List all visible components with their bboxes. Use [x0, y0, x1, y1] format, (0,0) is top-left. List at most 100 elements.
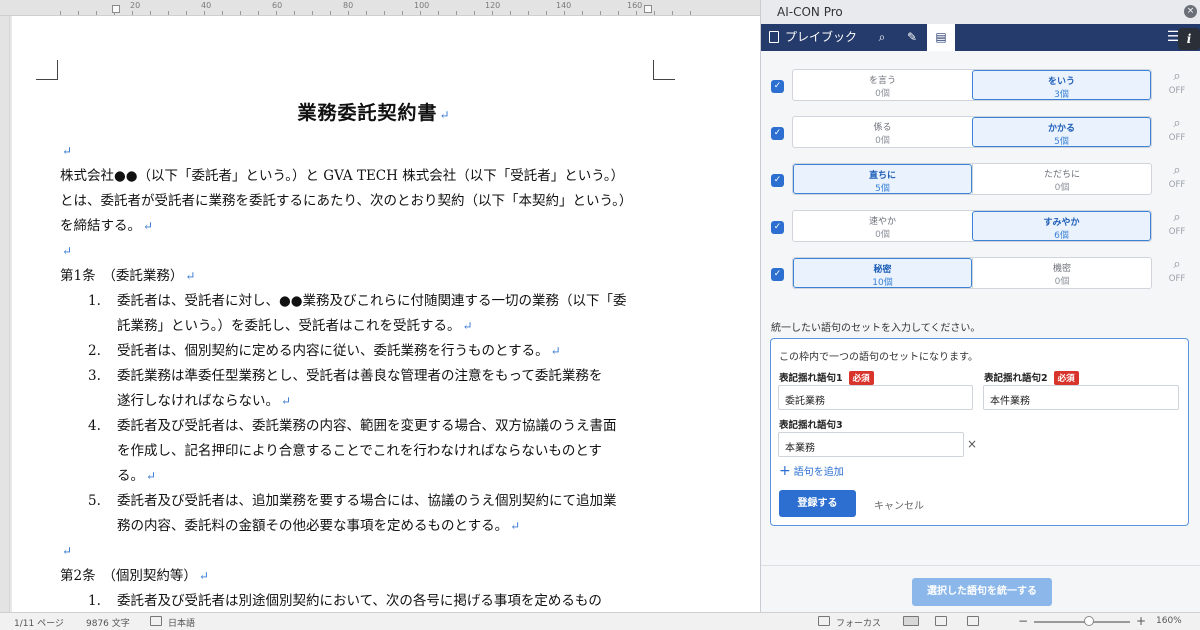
term-checkbox[interactable]: ✓ — [771, 174, 784, 187]
ruler-tick — [312, 11, 313, 15]
ruler-label: 120 — [485, 1, 501, 10]
term-checkbox[interactable]: ✓ — [771, 268, 784, 281]
zoom-in-icon[interactable]: + — [1136, 614, 1146, 628]
term-option-right[interactable]: かかる 5個 — [972, 117, 1151, 147]
remove-term-icon[interactable]: × — [967, 437, 977, 451]
term-word: 機密 — [1052, 264, 1071, 274]
list-item-line: 委託者及び受託者は、委託業務の内容、範囲を変更する場合、双方協議のうえ書面 — [117, 418, 617, 434]
document-area: 20 40 60 80 100 120 140 160 業務委託契約書 ↵ ↵ 株式会社●●（以下… — [0, 0, 760, 612]
term-word: ただちに — [1043, 170, 1080, 180]
zoom-out-icon[interactable]: − — [1018, 614, 1028, 628]
search-icon[interactable]: ⌕ — [1165, 69, 1189, 84]
ruler-tick — [204, 11, 205, 15]
search-toggle-state[interactable]: OFF — [1163, 86, 1191, 96]
empty-paragraph: ↵ — [60, 139, 72, 164]
variant-term-input-2[interactable]: 本件業務 — [983, 385, 1179, 410]
ruler-tick — [168, 11, 169, 15]
search-toggle-state[interactable]: OFF — [1163, 274, 1191, 284]
term-word: 係る — [873, 123, 892, 133]
term-option-left[interactable]: 係る 0個 — [793, 117, 972, 147]
list-item-number: 1. — [88, 593, 101, 609]
term-checkbox[interactable]: ✓ — [771, 80, 784, 93]
outline-view-icon[interactable] — [935, 616, 947, 626]
term-option-right[interactable]: ただちに 0個 — [972, 164, 1151, 194]
empty-paragraph: ↵ — [60, 239, 72, 264]
term-option-right[interactable]: 機密 0個 — [972, 258, 1151, 288]
ruler-label: 100 — [414, 1, 430, 10]
search-icon[interactable]: ⌕ — [1165, 163, 1189, 178]
list-item-line: 委託業務は準委任型業務とし、受託者は善良な管理者の注意をもって委託業務を — [117, 368, 603, 384]
list-item-number: 4. — [88, 418, 101, 434]
ruler-tick — [618, 11, 619, 15]
cancel-button[interactable]: キャンセル — [874, 497, 924, 512]
language-label[interactable]: 日本語 — [168, 616, 195, 629]
term-count: 0個 — [875, 136, 890, 146]
ruler-tick — [294, 11, 295, 15]
ruler-label: 160 — [627, 1, 643, 10]
term-option-left[interactable]: を言う 0個 — [793, 70, 972, 100]
list-item-number: 3. — [88, 368, 101, 384]
list-item-line: 委託者及び受託者は、追加業務を要する場合には、協議のうえ個別契約にて追加業 — [117, 493, 617, 509]
term-count: 5個 — [875, 184, 890, 194]
document-check-icon[interactable]: ▤ — [927, 24, 955, 51]
crop-mark-top-right — [653, 60, 675, 80]
term-pair-row: ✓ 直ちに 5個 ただちに 0個 ⌕ OFF — [761, 163, 1200, 199]
required-badge: 必須 — [1053, 371, 1079, 385]
word-count[interactable]: 9876 文字 — [86, 616, 130, 629]
variant-term-input-1[interactable]: 委託業務 — [778, 385, 973, 410]
zoom-slider[interactable] — [1034, 621, 1130, 623]
page-count[interactable]: 1/11 ページ — [14, 616, 64, 629]
focus-icon[interactable] — [818, 616, 830, 626]
term-option-right[interactable]: をいう 3個 — [972, 70, 1151, 100]
paragraph-mark-icon: ↵ — [439, 108, 451, 122]
intro-line: 株式会社●●（以下「委託者」という。）と GVA TECH 株式会社（以下「受託… — [60, 168, 625, 184]
add-term-button[interactable]: + 語句を追加 — [779, 463, 844, 479]
search-icon[interactable]: ⌕ — [873, 24, 891, 51]
paragraph-mark-icon: ↵ — [143, 219, 154, 233]
paragraph-mark-icon: ↵ — [281, 394, 292, 408]
term-option-left[interactable]: 秘密 10個 — [793, 258, 972, 288]
focus-label[interactable]: フォーカス — [836, 616, 881, 629]
search-toggle-state[interactable]: OFF — [1163, 227, 1191, 237]
search-icon[interactable]: ⌕ — [1165, 210, 1189, 225]
proofing-icon[interactable] — [150, 616, 162, 626]
close-icon[interactable]: × — [1184, 5, 1197, 18]
term-option-right[interactable]: すみやか 6個 — [972, 211, 1151, 241]
ruler-label: 20 — [130, 1, 141, 10]
term-count: 10個 — [872, 278, 893, 288]
search-icon[interactable]: ⌕ — [1165, 257, 1189, 272]
term-count: 5個 — [1054, 137, 1069, 147]
search-icon[interactable]: ⌕ — [1165, 116, 1189, 131]
list-item-line: る。 ↵ — [117, 468, 157, 484]
term-pair-options: 係る 0個 かかる 5個 — [792, 116, 1152, 148]
ruler-right-margin-marker[interactable] — [644, 5, 652, 13]
ruler-tick — [78, 11, 79, 15]
empty-paragraph: ↵ — [60, 539, 72, 564]
term-checkbox[interactable]: ✓ — [771, 127, 784, 140]
register-button[interactable]: 登録する — [779, 490, 856, 517]
term-word: すみやか — [1043, 218, 1080, 228]
term-count: 0個 — [1054, 277, 1070, 287]
web-layout-icon[interactable] — [967, 616, 979, 626]
search-toggle-state[interactable]: OFF — [1163, 180, 1191, 190]
search-toggle-state[interactable]: OFF — [1163, 133, 1191, 143]
zoom-slider-handle[interactable] — [1084, 616, 1094, 626]
variant-term-input-3[interactable]: 本業務 — [778, 432, 964, 457]
document-page[interactable]: 業務委託契約書 ↵ ↵ 株式会社●●（以下「委託者」という。）と GVA TECH … — [12, 16, 760, 612]
pen-icon[interactable]: ✎ — [903, 24, 921, 51]
paragraph-mark-icon: ↵ — [462, 319, 473, 333]
info-icon[interactable]: i — [1178, 28, 1200, 50]
term-checkbox[interactable]: ✓ — [771, 221, 784, 234]
print-layout-icon[interactable] — [903, 616, 919, 626]
unify-terms-button[interactable]: 選択した語句を統一する — [912, 578, 1052, 606]
list-item-line: 務の内容、委託料の金額その他必要な事項を定めるものとする。 ↵ — [117, 518, 521, 534]
term-option-left[interactable]: 直ちに 5個 — [793, 164, 972, 194]
list-item-line: 委託者は、受託者に対し、●●業務及びこれらに付随関連する一切の業務（以下「委 — [117, 293, 627, 309]
ruler-indent-marker[interactable] — [112, 5, 120, 13]
ruler-tick — [384, 11, 385, 15]
paragraph-mark-icon: ↵ — [550, 344, 561, 358]
ruler-tick — [564, 11, 565, 15]
paragraph-mark-icon: ↵ — [62, 244, 73, 258]
nav-playbook[interactable]: プレイブック — [769, 24, 857, 51]
term-option-left[interactable]: 速やか 0個 — [793, 211, 972, 241]
